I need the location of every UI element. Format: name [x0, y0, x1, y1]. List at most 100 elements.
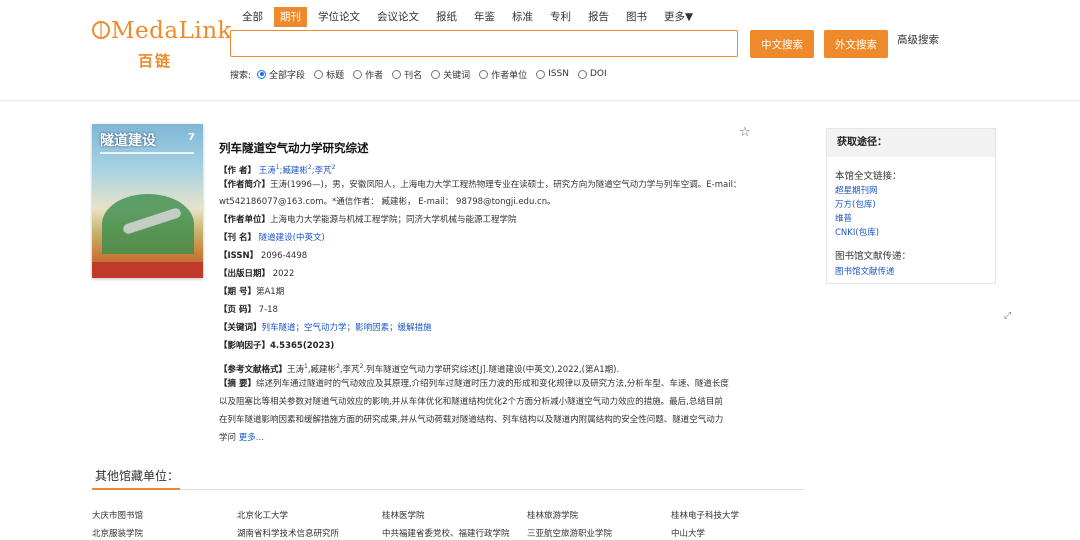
tab-journal[interactable]: 期刊: [274, 7, 307, 27]
radio-icon: [431, 69, 441, 79]
journal-cover-image[interactable]: 隧道建设 7: [92, 124, 203, 278]
fulltext-link-vip[interactable]: 维普: [835, 212, 852, 224]
library-item[interactable]: 三亚航空旅游职业学院: [527, 527, 612, 539]
search-field-label: 搜索:: [230, 70, 252, 81]
cover-issue-number: 7: [188, 132, 195, 143]
tab-more[interactable]: 更多▼: [658, 7, 699, 27]
search-field-options: 搜索: 全部字段 标题 作者 刊名 关键词 作者单位 ISSN DOI: [230, 67, 616, 81]
radio-selected-icon: [257, 69, 267, 79]
tab-patent[interactable]: 专利: [544, 7, 577, 27]
abstract-label: 【摘 要】: [219, 379, 256, 389]
pages-label: 【页 码】: [219, 305, 256, 315]
library-item[interactable]: 桂林电子科技大学: [671, 509, 739, 521]
tab-thesis[interactable]: 学位论文: [312, 7, 366, 27]
radio-icon: [353, 69, 363, 79]
favorite-star-icon[interactable]: ☆: [739, 125, 751, 140]
issue-value: 第A1期: [255, 287, 285, 297]
section-divider: [92, 489, 804, 490]
tab-conference[interactable]: 会议论文: [371, 7, 425, 27]
abstract: 【摘 要】综述列车通过隧道时的气动效应及其原理,介绍列车过隧道时压力波的形成和变…: [219, 379, 729, 443]
article-title: 列车隧道空气动力学研究综述: [219, 141, 369, 155]
radio-journal-name[interactable]: 刊名: [392, 68, 422, 81]
pub-date-value: 2022: [272, 269, 295, 279]
impact-factor-value: 4.5365(2023): [270, 341, 335, 351]
access-panel: 获取途径： 本馆全文链接： 超星期刊网 万方(包库) 维普 CNKI(包库) 图…: [826, 128, 996, 284]
radio-issn[interactable]: ISSN: [536, 69, 569, 79]
chinese-search-button[interactable]: 中文搜索: [750, 30, 814, 58]
expand-icon[interactable]: ⤢: [1004, 311, 1011, 321]
document-delivery-link[interactable]: 图书馆文献传递: [835, 265, 895, 277]
library-item[interactable]: 桂林旅游学院: [527, 509, 578, 521]
bio-text: 王涛(1996—)，男，安徽凤阳人，上海电力大学工程热物理专业在读硕士，研究方向…: [219, 180, 742, 207]
keyword-link[interactable]: 影响因素: [355, 323, 389, 333]
tab-yearbook[interactable]: 年鉴: [468, 7, 501, 27]
library-item[interactable]: 大庆市图书馆: [92, 509, 143, 521]
fulltext-label: 本馆全文链接：: [835, 171, 902, 182]
pages-value: 7-18: [258, 305, 278, 315]
radio-icon: [479, 69, 489, 79]
tab-standard[interactable]: 标准: [506, 7, 539, 27]
citation-label: 【参考文献格式】: [219, 364, 288, 375]
author-link[interactable]: ;李芃2: [312, 164, 336, 176]
other-libraries-title: 其他馆藏单位：: [95, 469, 180, 483]
logo-text-en: MedaLink: [92, 18, 232, 44]
tab-all[interactable]: 全部: [236, 7, 269, 27]
header: MedaLink 百链 全部 期刊 学位论文 会议论文 报纸 年鉴 标准 专利 …: [0, 0, 1080, 101]
fulltext-link-cnki[interactable]: CNKI(包库): [835, 226, 879, 238]
radio-doi[interactable]: DOI: [577, 69, 607, 79]
search-input[interactable]: [230, 30, 738, 57]
affiliation-label: 【作者单位】: [219, 215, 271, 225]
radio-affiliation[interactable]: 作者单位: [479, 68, 527, 81]
tab-book[interactable]: 图书: [620, 7, 653, 27]
keyword-link[interactable]: 空气动力学: [304, 323, 347, 333]
library-item[interactable]: 北京化工大学: [237, 509, 288, 521]
radio-icon: [577, 69, 587, 79]
library-item[interactable]: 湖南省科学技术信息研究所: [237, 527, 339, 539]
radio-author[interactable]: 作者: [353, 68, 383, 81]
radio-all-fields[interactable]: 全部字段: [257, 68, 305, 81]
fulltext-link-wanfang[interactable]: 万方(包库): [835, 198, 876, 210]
library-item[interactable]: 中共福建省委党校、福建行政学院: [382, 527, 510, 539]
advanced-search-link[interactable]: 高级搜索: [897, 32, 939, 47]
radio-keyword[interactable]: 关键词: [431, 68, 470, 81]
keywords-row: 【关键词】列车隧道；空气动力学；影响因素；缓解措施: [219, 323, 432, 333]
journal-row: 【刊 名】 隧道建设(中英文): [219, 230, 749, 247]
keyword-link[interactable]: 列车隧道: [262, 323, 296, 333]
issn-value: 2096-4498: [260, 251, 308, 261]
library-item[interactable]: 桂林医学院: [382, 509, 425, 521]
section-underline: [92, 488, 180, 490]
affiliation-text: 上海电力大学能源与机械工程学院；同济大学机械与能源工程学院: [270, 215, 517, 225]
fulltext-link-chaoxing[interactable]: 超星期刊网: [835, 184, 878, 196]
bio-label: 【作者简介】: [219, 180, 271, 190]
library-item[interactable]: 中山大学: [671, 527, 705, 539]
pub-date-label: 【出版日期】: [219, 269, 271, 279]
library-item[interactable]: 北京服装学院: [92, 527, 143, 539]
tab-newspaper[interactable]: 报纸: [430, 7, 463, 27]
authors-label: 【作 者】: [219, 165, 256, 176]
affiliation-row: 【作者单位】上海电力大学能源与机械工程学院；同济大学机械与能源工程学院: [219, 212, 749, 229]
access-panel-title: 获取途径：: [827, 129, 995, 157]
impact-factor-row: 【影响因子】4.5365(2023): [219, 338, 749, 355]
radio-icon: [392, 69, 402, 79]
abstract-more-link[interactable]: 更多...: [239, 433, 264, 443]
radio-icon: [314, 69, 324, 79]
medalink-logo[interactable]: MedaLink 百链: [92, 18, 231, 73]
radio-icon: [536, 69, 546, 79]
radio-title[interactable]: 标题: [314, 68, 344, 81]
tab-report[interactable]: 报告: [582, 7, 615, 27]
keywords-label: 【关键词】: [219, 323, 262, 333]
author-link[interactable]: 王涛1: [259, 164, 280, 176]
impact-factor-label: 【影响因子】: [219, 341, 271, 351]
foreign-search-button[interactable]: 外文搜索: [824, 30, 888, 58]
author-link[interactable]: ;臧建彬2: [280, 164, 312, 176]
journal-link[interactable]: 隧道建设(中英文): [259, 233, 325, 243]
issue-row: 【期 号】第A1期: [219, 284, 749, 301]
keyword-link[interactable]: 缓解措施: [398, 323, 432, 333]
pages-row: 【页 码】 7-18: [219, 302, 749, 319]
delivery-label: 图书馆文献传递：: [835, 251, 912, 262]
issue-label: 【期 号】: [219, 287, 256, 297]
logo-text-cn: 百链: [138, 52, 173, 70]
pub-date-row: 【出版日期】 2022: [219, 266, 749, 283]
cover-title: 隧道建设: [100, 133, 156, 149]
journal-label: 【刊 名】: [219, 233, 256, 243]
